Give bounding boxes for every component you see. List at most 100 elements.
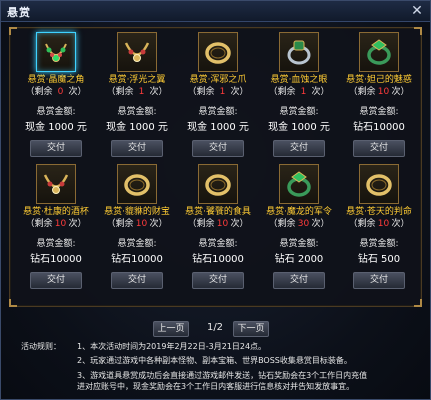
gold-bracelet-icon[interactable] (359, 164, 399, 204)
bounty-amount-label: 悬赏金额: (117, 107, 157, 117)
submit-button[interactable]: 交付 (192, 272, 244, 289)
bounty-amount-label: 悬赏金额: (117, 239, 157, 249)
remain-count: 1 (138, 87, 145, 97)
bounty-amount-label: 悬赏金额: (279, 239, 319, 249)
bounty-remaining: （剩余 10 次） (340, 218, 418, 230)
bounty-item: 悬赏·晶魔之角 （剩余 0 次） 悬赏金额: 现金 1000 元交付 (17, 32, 95, 157)
bounty-remaining: （剩余 1 次） (260, 86, 338, 98)
bounty-item: 悬赏·浮光之翼 （剩余 1 次） 悬赏金额: 现金 1000 元交付 (98, 32, 176, 157)
gold-bracelet-icon[interactable] (198, 164, 238, 204)
submit-button[interactable]: 交付 (273, 140, 325, 157)
remain-prefix: （剩余 (268, 87, 296, 97)
bounty-amount-label: 悬赏金额: (359, 239, 399, 249)
gold-bracelet-icon[interactable] (117, 164, 157, 204)
submit-button[interactable]: 交付 (353, 140, 405, 157)
remain-suffix: 次） (230, 87, 249, 97)
bounty-amount: 现金 1000 元 (106, 122, 168, 133)
bounty-amount-label: 悬赏金额: (36, 239, 76, 249)
submit-button[interactable]: 交付 (353, 272, 405, 289)
bounty-item: 悬赏·貔貅的财宝 （剩余 10 次） 悬赏金额: 钻石10000 交付 (98, 164, 176, 289)
bounty-amount: 现金 1000 元 (25, 122, 87, 133)
gold-bracelet-icon[interactable] (198, 32, 238, 72)
remain-prefix: （剩余 (106, 87, 134, 97)
rules-line: 2、玩家通过游戏中各种副本怪物、副本宝箱、世界BOSS收集悬赏目标装备。 (77, 356, 352, 365)
pagination: 上一页 1/2 下一页 (1, 321, 431, 337)
bounty-item: 悬赏·杜康的酒杯 （剩余 10 次） 悬赏金额: 钻石10000 交付 (17, 164, 95, 289)
bounty-remaining: （剩余 1 次） (179, 86, 257, 98)
window-title: 悬赏 (7, 6, 31, 19)
bounty-item-name: 悬赏·浮光之翼 (108, 75, 166, 85)
remain-count: 10 (54, 219, 67, 229)
bounty-item-name: 悬赏·浑邪之爪 (189, 75, 247, 85)
bounty-remaining: （剩余 1 次） (98, 86, 176, 98)
remain-count: 1 (219, 87, 226, 97)
bounty-amount: 钻石 2000 (274, 254, 324, 265)
bounty-amount: 钻石10000 (111, 254, 163, 265)
green-gem-necklace-icon[interactable] (36, 32, 76, 72)
bounty-item: 悬赏·魔龙的军令 （剩余 30 次） 悬赏金额: 钻石 2000 交付 (260, 164, 338, 289)
remain-count: 0 (57, 87, 64, 97)
submit-button[interactable]: 交付 (30, 140, 82, 157)
bounty-amount: 现金 1000 元 (268, 122, 330, 133)
remain-suffix: 次） (68, 219, 87, 229)
next-page-button[interactable]: 下一页 (233, 321, 269, 337)
remain-suffix: 次） (311, 219, 330, 229)
bounty-amount: 钻石10000 (353, 122, 405, 133)
bounty-remaining: （剩余 10 次） (179, 218, 257, 230)
bounty-amount: 钻石10000 (30, 254, 82, 265)
title-bar: 悬赏 ✕ (1, 1, 430, 22)
remain-prefix: （剩余 (25, 87, 53, 97)
bounty-item-name: 悬赏·饕餮的食具 (185, 207, 251, 217)
gem-ring-icon[interactable] (279, 32, 319, 72)
bounty-amount: 现金 1000 元 (187, 122, 249, 133)
remain-suffix: 次） (68, 87, 87, 97)
bounty-remaining: （剩余 10 次） (98, 218, 176, 230)
bounty-remaining: （剩余 30 次） (260, 218, 338, 230)
bounty-item: 悬赏·饕餮的食具 （剩余 10 次） 悬赏金额: 钻石10000 交付 (179, 164, 257, 289)
bounty-item-name: 悬赏·苍天的判命 (346, 207, 412, 217)
bounty-remaining: （剩余 10 次） (17, 218, 95, 230)
bounty-item-name: 悬赏·妲己的魅惑 (346, 75, 412, 85)
bounty-amount-label: 悬赏金额: (198, 107, 238, 117)
rules-line: 1、本次活动时间为2019年2月22日-3月21日24点。 (77, 342, 267, 351)
submit-button[interactable]: 交付 (273, 272, 325, 289)
bounty-item-name: 悬赏·血蚀之眼 (270, 75, 328, 85)
remain-suffix: 次） (391, 87, 410, 97)
remain-count: 10 (377, 219, 390, 229)
remain-prefix: （剩余 (187, 87, 215, 97)
rules-line: 3、游戏道具悬赏成功后会直接通过游戏邮件发送，钻石奖励会在3个工作日内充值 (77, 371, 368, 380)
bounty-item: 悬赏·浑邪之爪 （剩余 1 次） 悬赏金额: 现金 1000 元交付 (179, 32, 257, 157)
bounty-item-name: 悬赏·杜康的酒杯 (23, 207, 89, 217)
bounty-amount-label: 悬赏金额: (359, 107, 399, 117)
close-icon[interactable]: ✕ (408, 2, 426, 20)
remain-count: 10 (216, 219, 229, 229)
remain-suffix: 次） (391, 219, 410, 229)
bounty-item: 悬赏·苍天的判命 （剩余 10 次） 悬赏金额: 钻石 500 交付 (340, 164, 418, 289)
remain-suffix: 次） (311, 87, 330, 97)
bounty-grid-panel: 悬赏·晶魔之角 （剩余 0 次） 悬赏金额: 现金 1000 元交付 悬赏·浮光之翼 （剩余 1… (9, 27, 422, 307)
rules-heading: 活动规则： (21, 342, 61, 351)
submit-button[interactable]: 交付 (111, 140, 163, 157)
prev-page-button[interactable]: 上一页 (153, 321, 189, 337)
jade-ring-icon[interactable] (279, 164, 319, 204)
remain-count: 10 (135, 219, 148, 229)
remain-prefix: （剩余 (187, 219, 215, 229)
remain-prefix: （剩余 (348, 219, 376, 229)
remain-suffix: 次） (149, 87, 168, 97)
gem-necklace-icon[interactable] (36, 164, 76, 204)
bounty-remaining: （剩余 10 次） (340, 86, 418, 98)
submit-button[interactable]: 交付 (30, 272, 82, 289)
bounty-amount: 钻石10000 (192, 254, 244, 265)
submit-button[interactable]: 交付 (192, 140, 244, 157)
bounty-amount-label: 悬赏金额: (36, 107, 76, 117)
gem-necklace-icon[interactable] (117, 32, 157, 72)
remain-prefix: （剩余 (25, 219, 53, 229)
submit-button[interactable]: 交付 (111, 272, 163, 289)
remain-count: 10 (377, 87, 390, 97)
bounty-amount-label: 悬赏金额: (279, 107, 319, 117)
bounty-item: 悬赏·血蚀之眼 （剩余 1 次） 悬赏金额: 现金 1000 元交付 (260, 32, 338, 157)
bounty-amount-label: 悬赏金额: (198, 239, 238, 249)
jade-ring-icon[interactable] (359, 32, 399, 72)
rules-line: 进对应账号中，现金奖励会在3个工作日内客服进行信息核对并告知发放事宜。 (77, 382, 355, 391)
remain-count: 30 (297, 219, 310, 229)
